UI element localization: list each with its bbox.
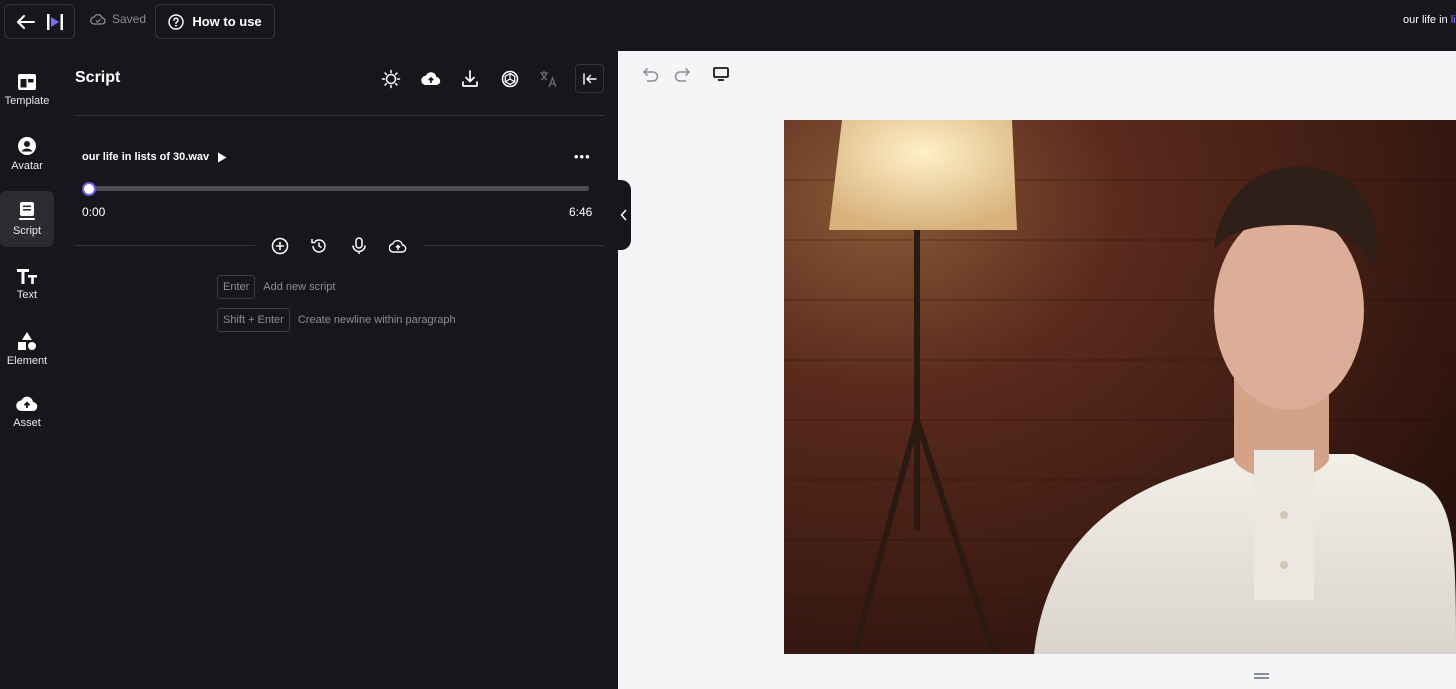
divider <box>424 245 604 246</box>
audio-file-name: our life in lists of 30.wav <box>82 151 210 163</box>
sidebar-item-label: Asset <box>13 417 41 429</box>
script-panel: Script our life in lists of 30.wav ••• 0… <box>60 50 617 689</box>
sidebar-item-avatar[interactable]: Avatar <box>0 126 54 182</box>
divider <box>75 115 604 116</box>
play-icon[interactable] <box>217 152 227 163</box>
sidebar-item-label: Script <box>12 225 42 237</box>
current-time: 0:00 <box>82 205 106 219</box>
translate-icon[interactable] <box>538 68 560 90</box>
logo-icon <box>46 13 63 30</box>
more-options-icon[interactable]: ••• <box>574 149 591 164</box>
shortcut-description: Create newline within paragraph <box>297 314 456 326</box>
history-icon[interactable] <box>309 236 329 256</box>
help-icon <box>168 13 185 30</box>
shortcut-hint: Enter Add new script <box>217 275 335 299</box>
cloud-upload-icon <box>16 396 38 412</box>
sidebar-item-text[interactable]: Text <box>0 256 54 312</box>
saved-label: Saved <box>112 12 147 26</box>
collapse-panel-button[interactable] <box>575 64 604 93</box>
top-bar: Saved How to use our life in li <box>0 0 1456 50</box>
project-name-accent: li <box>1450 14 1456 26</box>
sidebar-rail: Template Avatar Script Text Element Asse… <box>0 50 60 689</box>
divider <box>75 245 255 246</box>
template-icon <box>18 74 36 90</box>
microphone-icon[interactable] <box>349 236 369 256</box>
avatar-video-frame <box>784 120 1456 654</box>
chevron-left-icon <box>620 209 627 221</box>
how-to-use-label: How to use <box>192 14 262 29</box>
audio-progress-track[interactable] <box>86 186 589 191</box>
sidebar-item-script[interactable]: Script <box>0 191 54 247</box>
collapse-icon <box>582 72 597 85</box>
video-preview[interactable] <box>784 120 1456 654</box>
sidebar-item-asset[interactable]: Asset <box>0 384 54 440</box>
sidebar-item-element[interactable]: Element <box>0 321 54 377</box>
avatar-icon <box>18 137 36 155</box>
sidebar-item-label: Avatar <box>11 160 43 172</box>
text-icon <box>17 269 37 284</box>
openai-icon[interactable] <box>499 68 521 90</box>
saved-status: Saved <box>90 12 146 26</box>
duration: 6:46 <box>569 205 593 219</box>
shortcut-key: Shift + Enter <box>217 308 290 332</box>
redo-icon[interactable] <box>673 64 693 84</box>
cloud-check-icon <box>90 13 106 25</box>
resize-handle[interactable] <box>1254 673 1269 679</box>
project-name[interactable]: our life in li <box>1403 14 1456 26</box>
sidebar-item-label: Template <box>4 95 50 107</box>
lightbulb-icon[interactable] <box>380 68 402 90</box>
canvas-area <box>618 51 1456 689</box>
download-icon[interactable] <box>459 68 481 90</box>
shortcut-description: Add new script <box>263 281 336 293</box>
add-icon[interactable] <box>270 236 290 256</box>
shapes-icon <box>18 332 36 350</box>
how-to-use-button[interactable]: How to use <box>155 4 275 39</box>
shortcut-key: Enter <box>217 275 256 299</box>
project-name-text: our life in <box>1403 14 1451 26</box>
audio-progress-thumb[interactable] <box>82 182 96 196</box>
sidebar-item-label: Element <box>6 355 48 367</box>
cloud-upload-icon[interactable] <box>420 68 442 90</box>
panel-title: Script <box>75 69 121 86</box>
script-icon <box>19 202 35 220</box>
shortcut-hint: Shift + Enter Create newline within para… <box>217 308 456 332</box>
sidebar-item-template[interactable]: Template <box>0 62 54 118</box>
back-button[interactable] <box>4 4 75 39</box>
upload-icon[interactable] <box>388 236 408 256</box>
undo-icon[interactable] <box>640 64 660 84</box>
monitor-icon[interactable] <box>711 64 731 84</box>
sidebar-item-label: Text <box>16 289 38 301</box>
panel-toggle[interactable] <box>617 180 631 250</box>
arrow-left-icon <box>16 14 35 29</box>
